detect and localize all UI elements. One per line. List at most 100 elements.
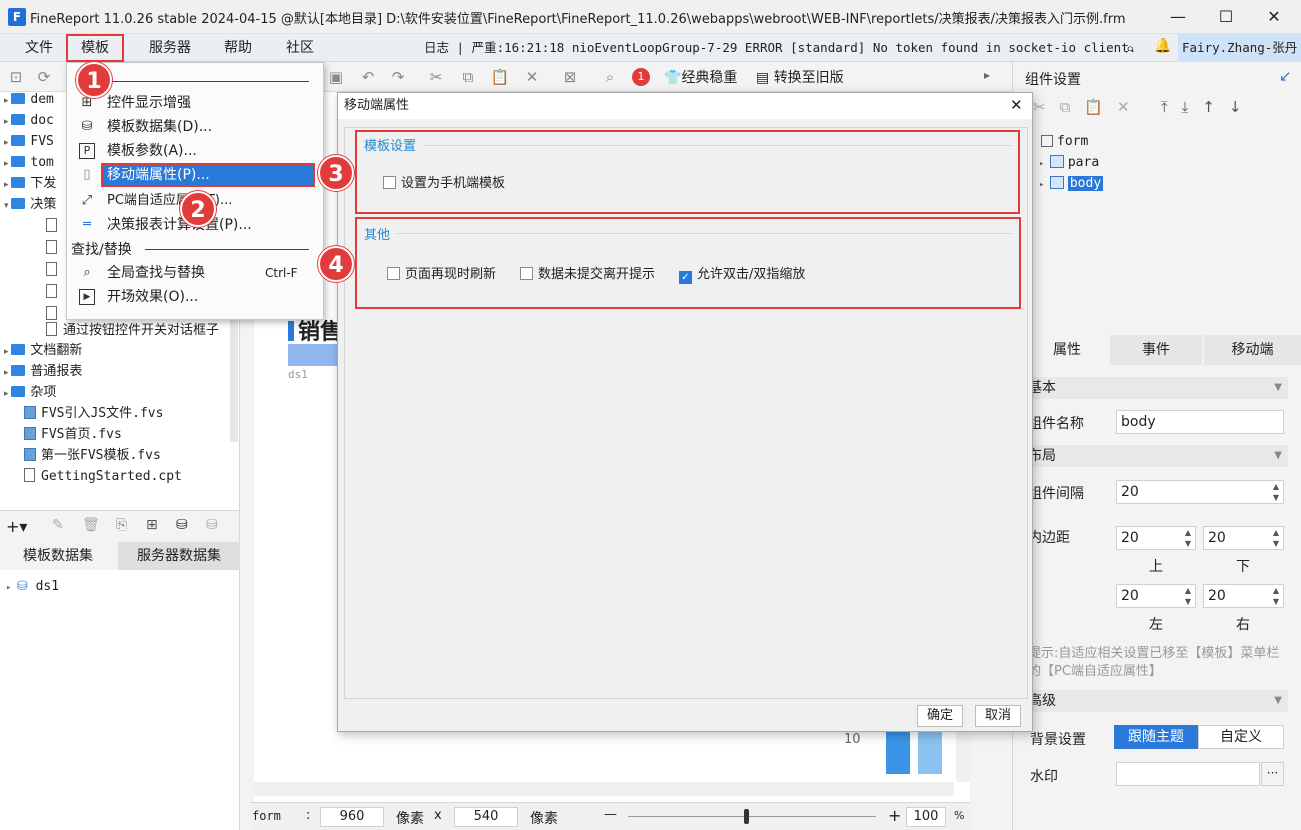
paste-icon[interactable]: 📋 bbox=[1084, 98, 1117, 116]
close-window-button[interactable]: ✕ bbox=[1250, 0, 1298, 34]
height-input[interactable]: 540 bbox=[454, 807, 518, 827]
tree-folder[interactable]: ▸ 普通报表 bbox=[4, 361, 82, 382]
trash-icon[interactable]: 🗑 bbox=[82, 517, 100, 533]
spinner-icon[interactable]: ▲ ▼ bbox=[1269, 585, 1283, 607]
convert-old-button[interactable]: ▤ 转换至旧版 bbox=[756, 67, 844, 87]
bg-follow-theme-button[interactable]: 跟随主题 bbox=[1114, 725, 1198, 749]
dataset-item[interactable]: ▸ ⛁ ds1 bbox=[6, 579, 59, 594]
canvas-header-cell[interactable] bbox=[288, 344, 338, 366]
mobile-template-checkbox[interactable]: 设置为手机端模板 bbox=[383, 172, 505, 191]
tree-folder[interactable]: ▸ 文档翻新 bbox=[4, 340, 82, 361]
expand-arrow-icon[interactable]: ▸ bbox=[984, 68, 990, 82]
dialog-close-button[interactable]: ✕ bbox=[1010, 96, 1023, 114]
search-preview-icon[interactable]: ⌕ bbox=[600, 67, 620, 87]
watermark-more-button[interactable]: ··· bbox=[1261, 762, 1284, 786]
database-config-icon[interactable]: ⛁ bbox=[206, 517, 218, 533]
allow-zoom-checkbox[interactable]: ✓ 允许双击/双指缩放 bbox=[679, 263, 805, 284]
menu-item-opening-effect[interactable]: ▶ 开场效果(O)... bbox=[67, 285, 323, 309]
copy-icon[interactable]: ⧉ bbox=[458, 67, 478, 87]
move-bottom-icon[interactable]: ⤓ bbox=[1182, 98, 1203, 116]
menu-item-template-dataset[interactable]: ⛁ 模板数据集(D)... bbox=[67, 115, 323, 139]
menu-item-find-replace[interactable]: ⌕ 全局查找与替换 Ctrl-F bbox=[67, 261, 323, 285]
search-icon[interactable]: ⌕ bbox=[1126, 39, 1144, 57]
spacing-input[interactable]: 20 ▲ ▼ bbox=[1116, 480, 1284, 504]
tree-file[interactable] bbox=[46, 238, 63, 259]
bell-icon[interactable]: 🔔 bbox=[1154, 38, 1172, 56]
zoom-input[interactable]: 100 bbox=[906, 807, 946, 827]
tree-file[interactable] bbox=[46, 260, 63, 281]
menu-item-mobile-properties[interactable]: 移动端属性(P)... bbox=[101, 163, 315, 187]
preview-icon[interactable]: ⊠ bbox=[560, 67, 580, 87]
preview-dataset-icon[interactable]: ⎘ bbox=[116, 517, 127, 533]
tree-node-para[interactable]: ▸ para bbox=[1039, 155, 1099, 170]
menu-item-template-parameters[interactable]: P 模板参数(A)... bbox=[67, 139, 323, 163]
section-basic[interactable]: 基本 ▼ bbox=[1026, 377, 1288, 399]
spinner-icon[interactable]: ▲ ▼ bbox=[1269, 527, 1283, 549]
tree-file[interactable]: 通过按钮控件开关对话框子 bbox=[46, 320, 219, 341]
new-folder-icon[interactable]: ⊡ bbox=[6, 67, 26, 87]
theme-classic-button[interactable]: 👕经典稳重 bbox=[664, 67, 737, 87]
padding-left-input[interactable]: 20 ▲ ▼ bbox=[1116, 584, 1196, 608]
section-layout[interactable]: 布局 ▼ bbox=[1026, 445, 1288, 467]
maximize-button[interactable]: ☐ bbox=[1202, 0, 1250, 34]
cancel-button[interactable]: 取消 bbox=[975, 705, 1021, 727]
tree-folder-open[interactable]: ▾ 决策 bbox=[4, 194, 56, 215]
tab-server-dataset[interactable]: 服务器数据集 bbox=[118, 542, 240, 570]
bg-custom-button[interactable]: 自定义 bbox=[1198, 725, 1284, 749]
move-top-icon[interactable]: ⤒ bbox=[1161, 98, 1182, 116]
section-advanced[interactable]: 高级 ▼ bbox=[1026, 690, 1288, 712]
log-status[interactable]: 日志 | 严重:16:21:18 nioEventLoopGroup-7-29 … bbox=[424, 34, 1136, 62]
watermark-input[interactable] bbox=[1116, 762, 1260, 786]
save-icon[interactable]: ▣ bbox=[326, 67, 346, 87]
tree-file[interactable]: FVS首页.fvs bbox=[24, 424, 122, 445]
canvas-cell[interactable]: ds1 bbox=[288, 368, 308, 381]
tree-folder[interactable]: ▸ 杂项 bbox=[4, 382, 56, 403]
database-icon[interactable]: ⛁ bbox=[176, 517, 188, 533]
zoom-slider-handle[interactable] bbox=[744, 809, 749, 824]
tree-file[interactable] bbox=[46, 282, 63, 303]
tab-template-dataset[interactable]: 模板数据集 bbox=[0, 542, 116, 570]
spinner-icon[interactable]: ▲ ▼ bbox=[1181, 527, 1195, 549]
tree-file[interactable]: FVS引入JS文件.fvs bbox=[24, 403, 163, 424]
tree-node-form[interactable]: form bbox=[1041, 134, 1088, 149]
collapse-arrow-icon[interactable]: ↙ bbox=[1279, 67, 1292, 85]
tree-file[interactable]: 第一张FVS模板.fvs bbox=[24, 445, 161, 466]
tree-node-body[interactable]: ▸ body bbox=[1039, 176, 1104, 191]
tab-mobile[interactable]: 移动端 bbox=[1204, 335, 1301, 365]
tab-events[interactable]: 事件 bbox=[1110, 335, 1202, 365]
tree-folder[interactable]: ▸ doc bbox=[4, 110, 54, 131]
cut-icon[interactable]: ✂ bbox=[426, 67, 446, 87]
zoom-in-button[interactable]: + bbox=[888, 806, 901, 825]
dataset-settings-icon[interactable]: ⊞ bbox=[146, 517, 158, 533]
user-name[interactable]: Fairy.Zhang-张丹 bbox=[1178, 34, 1301, 62]
spinner-icon[interactable]: ▲ ▼ bbox=[1269, 481, 1283, 503]
tree-folder[interactable]: ▸ 下发 bbox=[4, 173, 56, 194]
tree-folder[interactable]: ▸ FVS bbox=[4, 131, 54, 152]
zoom-slider-track[interactable] bbox=[628, 816, 876, 817]
paste-icon[interactable]: 📋 bbox=[490, 67, 510, 87]
tab-properties[interactable]: 属性 bbox=[1026, 335, 1108, 365]
error-badge[interactable]: 1 bbox=[632, 68, 650, 86]
ok-button[interactable]: 确定 bbox=[917, 705, 963, 727]
undo-icon[interactable]: ↶ bbox=[358, 67, 378, 87]
menu-template[interactable]: 模板 bbox=[66, 34, 124, 62]
tree-folder[interactable]: ▸ dem bbox=[4, 92, 54, 110]
move-down-icon[interactable]: ↓ bbox=[1229, 98, 1256, 116]
minimize-button[interactable]: — bbox=[1154, 0, 1202, 34]
padding-bottom-input[interactable]: 20 ▲ ▼ bbox=[1203, 526, 1284, 550]
refresh-on-reshow-checkbox[interactable]: 页面再现时刷新 bbox=[387, 263, 496, 282]
redo-icon[interactable]: ↷ bbox=[388, 67, 408, 87]
unsubmitted-leave-prompt-checkbox[interactable]: 数据未提交离开提示 bbox=[520, 263, 655, 282]
spinner-icon[interactable]: ▲ ▼ bbox=[1181, 585, 1195, 607]
padding-right-input[interactable]: 20 ▲ ▼ bbox=[1203, 584, 1284, 608]
tree-file[interactable]: GettingStarted.cpt bbox=[24, 466, 182, 487]
menu-item-widget-enhance[interactable]: ⊞ 控件显示增强 bbox=[67, 91, 323, 115]
tree-folder[interactable]: ▸ tom bbox=[4, 152, 54, 173]
copy-icon[interactable]: ⧉ bbox=[1060, 98, 1085, 116]
zoom-out-button[interactable]: — bbox=[604, 807, 617, 822]
padding-top-input[interactable]: 20 ▲ ▼ bbox=[1116, 526, 1196, 550]
refresh-icon[interactable]: ⟳ bbox=[34, 67, 54, 87]
menu-server[interactable]: 服务器 bbox=[138, 34, 202, 62]
menu-file[interactable]: 文件 bbox=[14, 34, 64, 62]
tree-file[interactable] bbox=[46, 216, 63, 237]
